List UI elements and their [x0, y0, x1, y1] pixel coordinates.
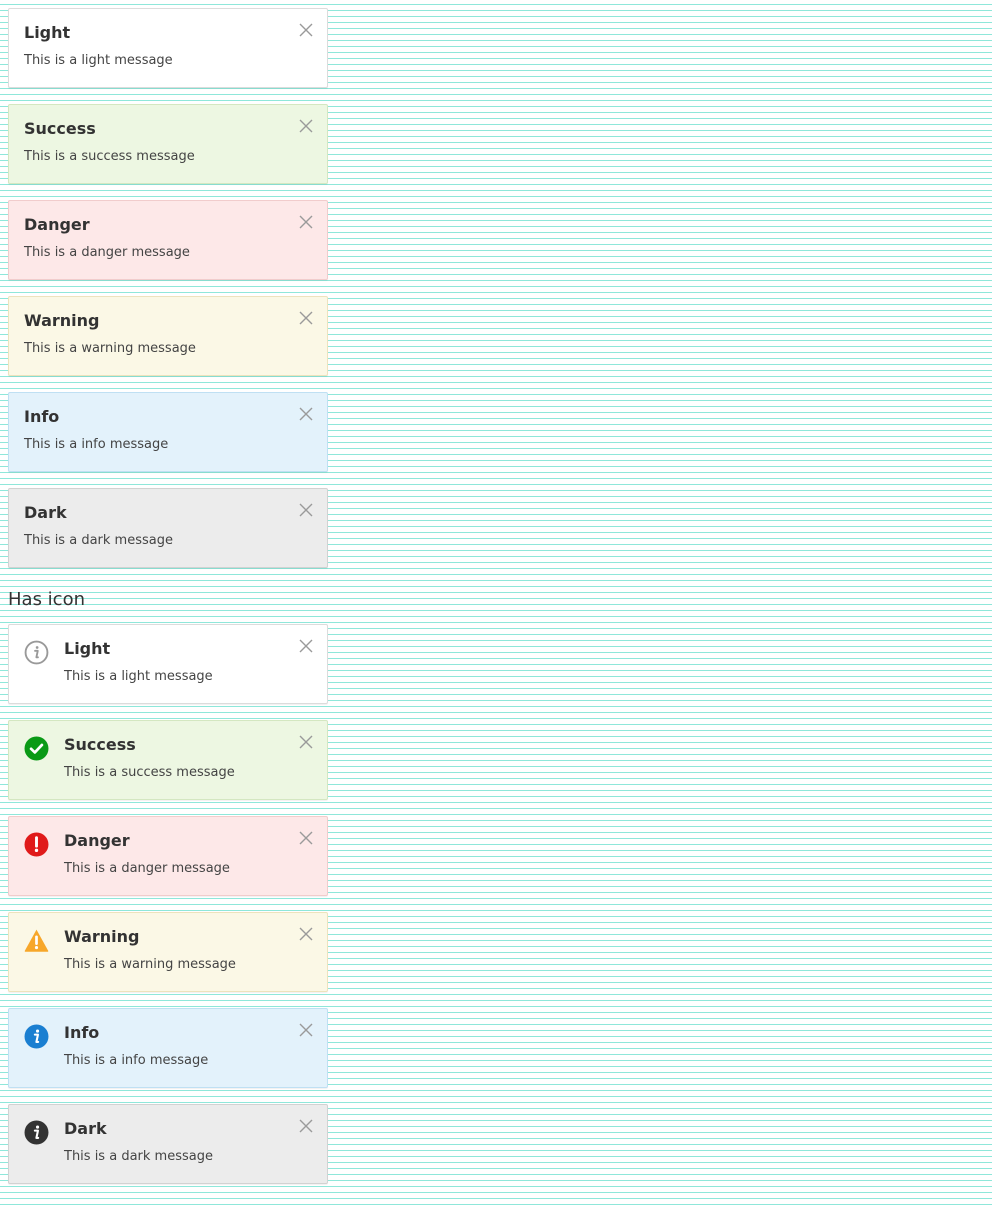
check-circle-icon [24, 736, 49, 761]
notification-success-icon: Success This is a success message [8, 720, 328, 800]
close-icon[interactable] [299, 735, 313, 749]
notification-message: This is a danger message [24, 245, 190, 260]
notification-message: This is a info message [64, 1053, 209, 1068]
notification-message: This is a info message [24, 437, 169, 452]
notification-info: Info This is a info message [8, 392, 328, 472]
warning-triangle-icon [24, 929, 49, 952]
notification-title: Light [64, 639, 111, 658]
close-icon[interactable] [299, 1119, 313, 1133]
notification-message: This is a danger message [64, 861, 230, 876]
info-outline-icon [24, 640, 49, 665]
notification-title: Dark [64, 1119, 107, 1138]
close-icon[interactable] [299, 23, 313, 37]
info-circle-icon [24, 1024, 49, 1049]
notification-title: Info [64, 1023, 100, 1042]
notification-title: Success [64, 735, 136, 754]
notification-message: This is a success message [64, 765, 235, 780]
close-icon[interactable] [299, 311, 313, 325]
notification-message: This is a warning message [64, 957, 236, 972]
notification-success: Success This is a success message [8, 104, 328, 184]
notification-title: Warning [64, 927, 140, 946]
close-icon[interactable] [299, 831, 313, 845]
notification-warning-icon: Warning This is a warning message [8, 912, 328, 992]
section-heading: Has icon [8, 589, 85, 610]
notification-title: Success [24, 119, 96, 138]
notification-warning: Warning This is a warning message [8, 296, 328, 376]
notification-dark: Dark This is a dark message [8, 488, 328, 568]
notification-light: Light This is a light message [8, 8, 328, 88]
notification-dark-icon: Dark This is a dark message [8, 1104, 328, 1184]
close-icon[interactable] [299, 927, 313, 941]
notification-message: This is a success message [24, 149, 195, 164]
notification-danger-icon: Danger This is a danger message [8, 816, 328, 896]
notification-danger: Danger This is a danger message [8, 200, 328, 280]
notification-message: This is a warning message [24, 341, 196, 356]
notification-title: Dark [24, 503, 67, 522]
notification-message: This is a light message [24, 53, 173, 68]
notification-message: This is a dark message [64, 1149, 213, 1164]
exclamation-circle-icon [24, 832, 49, 857]
notification-title: Warning [24, 311, 100, 330]
notification-title: Info [24, 407, 60, 426]
close-icon[interactable] [299, 1023, 313, 1037]
notification-message: This is a dark message [24, 533, 173, 548]
notification-title: Light [24, 23, 71, 42]
notification-title: Danger [24, 215, 90, 234]
close-icon[interactable] [299, 215, 313, 229]
close-icon[interactable] [299, 119, 313, 133]
notification-message: This is a light message [64, 669, 213, 684]
close-icon[interactable] [299, 503, 313, 517]
close-icon[interactable] [299, 639, 313, 653]
notification-light-icon: Light This is a light message [8, 624, 328, 704]
notification-title: Danger [64, 831, 130, 850]
info-circle-icon [24, 1120, 49, 1145]
notification-info-icon: Info This is a info message [8, 1008, 328, 1088]
close-icon[interactable] [299, 407, 313, 421]
